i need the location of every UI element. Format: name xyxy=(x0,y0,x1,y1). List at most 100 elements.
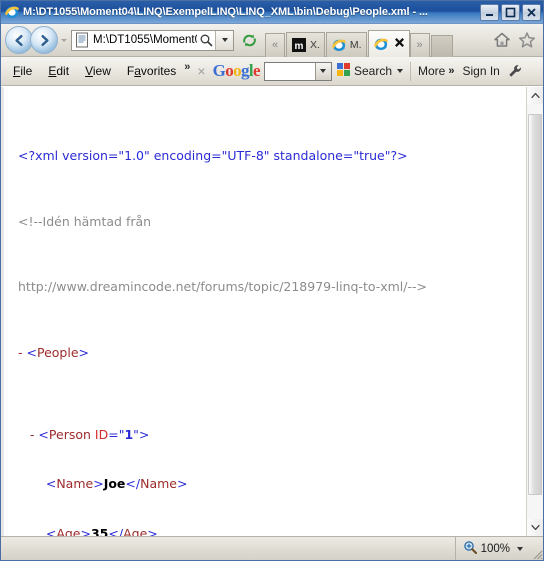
angle-open: < xyxy=(26,345,37,361)
attr-value-id: 1 xyxy=(124,427,134,443)
menu-label-favorites-rest: vorites xyxy=(140,64,177,78)
chevron-down-icon xyxy=(221,38,228,42)
maximize-button[interactable] xyxy=(501,3,520,21)
address-bar[interactable]: M:\DT1055\Moment04\L xyxy=(71,29,234,51)
tag-name-name-end: Name xyxy=(140,476,177,492)
angle-open: < xyxy=(45,525,57,536)
menu-item-file[interactable]: File xyxy=(5,61,40,81)
chevron-down-icon[interactable] xyxy=(397,69,404,73)
zoom-level-label: 100% xyxy=(480,542,510,555)
tab-strip: « m X. M. » xyxy=(265,24,491,57)
tabs-scroll-left-button[interactable]: « xyxy=(265,32,285,57)
xml-line-root-open: - <People> xyxy=(18,345,526,361)
window-title: M:\DT1055\Moment04\LINQ\ExempelLINQ\LINQ… xyxy=(23,6,428,18)
home-icon[interactable] xyxy=(491,29,513,51)
google-search-button-label: Search xyxy=(353,64,393,78)
forward-button[interactable] xyxy=(30,26,58,54)
google-search-input[interactable] xyxy=(263,61,332,81)
chevron-down-icon xyxy=(61,38,67,42)
tag-name-age-end: Age xyxy=(123,525,148,536)
address-dropdown-button[interactable] xyxy=(215,30,233,50)
vertical-scrollbar[interactable] xyxy=(526,87,543,536)
scroll-up-button[interactable] xyxy=(527,87,543,104)
google-letter-g2: g xyxy=(241,61,249,80)
browser-window: M:\DT1055\Moment04\LINQ\ExempelLINQ\LINQ… xyxy=(0,0,544,561)
minimize-button[interactable] xyxy=(480,3,499,21)
google-signin-label: Sign In xyxy=(462,64,500,78)
tag-name-person: Person xyxy=(48,427,91,443)
scroll-down-button[interactable] xyxy=(527,519,543,536)
scrollbar-thumb[interactable] xyxy=(528,114,542,495)
google-more-button[interactable]: More » xyxy=(414,64,458,78)
chevron-double-right-icon: » xyxy=(448,65,455,77)
zoom-dropdown-chevron-down-icon[interactable] xyxy=(517,546,523,551)
xml-line-name: <Name>Joe</Name> xyxy=(18,476,526,492)
refresh-button[interactable] xyxy=(237,28,261,52)
ie-icon xyxy=(331,37,347,53)
google-logo[interactable]: Google xyxy=(213,61,261,81)
angle-close: > xyxy=(93,476,104,492)
xml-comment-line-1: <!--Idén hämtad från xyxy=(18,213,152,229)
google-letter-e: e xyxy=(253,61,261,80)
address-input[interactable]: M:\DT1055\Moment04\L xyxy=(93,34,197,46)
google-g-icon xyxy=(336,62,351,80)
menu-label-view-rest: iew xyxy=(92,64,111,78)
favorites-star-icon[interactable] xyxy=(516,29,538,51)
collapse-toggle-root[interactable]: - xyxy=(18,345,23,360)
google-search-button[interactable]: Search xyxy=(332,62,407,80)
angle-open: < xyxy=(45,476,57,492)
google-letter-o2: o xyxy=(233,61,241,80)
angle-close: > xyxy=(138,427,150,443)
menu-label-file-rest: ile xyxy=(20,64,33,78)
google-signin-button[interactable]: Sign In xyxy=(458,64,503,78)
menu-item-view[interactable]: View xyxy=(77,61,119,81)
resize-grip[interactable] xyxy=(527,537,543,560)
xml-line-comment-1: <!--Idén hämtad från xyxy=(18,214,526,230)
angle-close-end: > xyxy=(147,525,158,536)
menu-bar: File Edit View Favorites » × Google Sear… xyxy=(1,57,543,86)
tag-name-name: Name xyxy=(56,476,94,492)
tab-close-icon[interactable] xyxy=(394,37,405,50)
browser-tab-3-active[interactable] xyxy=(367,29,410,57)
menu-label-edit-rest: dit xyxy=(56,64,70,78)
close-toolbar-icon[interactable]: × xyxy=(190,63,212,79)
navigation-bar: M:\DT1055\Moment04\L « xyxy=(1,24,543,57)
search-icon[interactable] xyxy=(197,31,215,50)
scrollbar-track[interactable] xyxy=(527,104,543,519)
xml-line-declaration: <?xml version="1.0" encoding="UTF-8" sta… xyxy=(18,148,526,164)
value-age: 35 xyxy=(90,525,109,536)
wrench-settings-icon[interactable] xyxy=(504,60,526,82)
collapse-toggle-person-1[interactable]: - xyxy=(30,427,35,442)
google-letter-o1: o xyxy=(225,61,234,80)
internet-explorer-icon xyxy=(4,4,20,20)
tabs-scroll-right-button[interactable]: » xyxy=(409,32,430,57)
xml-comment-line-2: http://www.dreamincode.net/forums/topic/… xyxy=(18,279,427,295)
xml-line-comment-2: http://www.dreamincode.net/forums/topic/… xyxy=(18,279,526,295)
browser-tab-1[interactable]: m X. xyxy=(286,31,325,57)
window-controls xyxy=(480,3,541,21)
xml-declaration: <?xml version="1.0" encoding="UTF-8" sta… xyxy=(18,148,408,164)
zoom-control[interactable]: 100% xyxy=(454,537,527,560)
angle-close: > xyxy=(78,345,89,361)
xml-line-person-open: - <Person ID="1"> xyxy=(18,427,526,443)
google-search-dropdown[interactable] xyxy=(314,62,331,80)
close-button[interactable] xyxy=(522,3,541,21)
attr-name-id: ID xyxy=(94,427,109,443)
google-more-label: More xyxy=(418,64,446,78)
new-tab-button[interactable] xyxy=(430,34,453,57)
angle-open-end: </ xyxy=(108,525,124,536)
recent-pages-dropdown[interactable] xyxy=(58,27,70,53)
moodle-m-icon: m xyxy=(291,37,307,53)
tab-label: X. xyxy=(310,38,320,51)
back-button[interactable] xyxy=(5,26,33,54)
nav-right-icons xyxy=(491,29,541,51)
zoom-in-icon[interactable] xyxy=(463,540,477,557)
angle-open: < xyxy=(38,427,49,443)
angle-close: > xyxy=(80,525,91,536)
ie-icon xyxy=(373,36,389,52)
menu-item-edit[interactable]: Edit xyxy=(40,61,77,81)
chevron-down-icon xyxy=(320,69,327,73)
browser-tab-2[interactable]: M. xyxy=(325,31,367,57)
menu-item-favorites[interactable]: Favorites xyxy=(119,61,184,81)
xml-tree: <?xml version="1.0" encoding="UTF-8" sta… xyxy=(18,99,526,536)
